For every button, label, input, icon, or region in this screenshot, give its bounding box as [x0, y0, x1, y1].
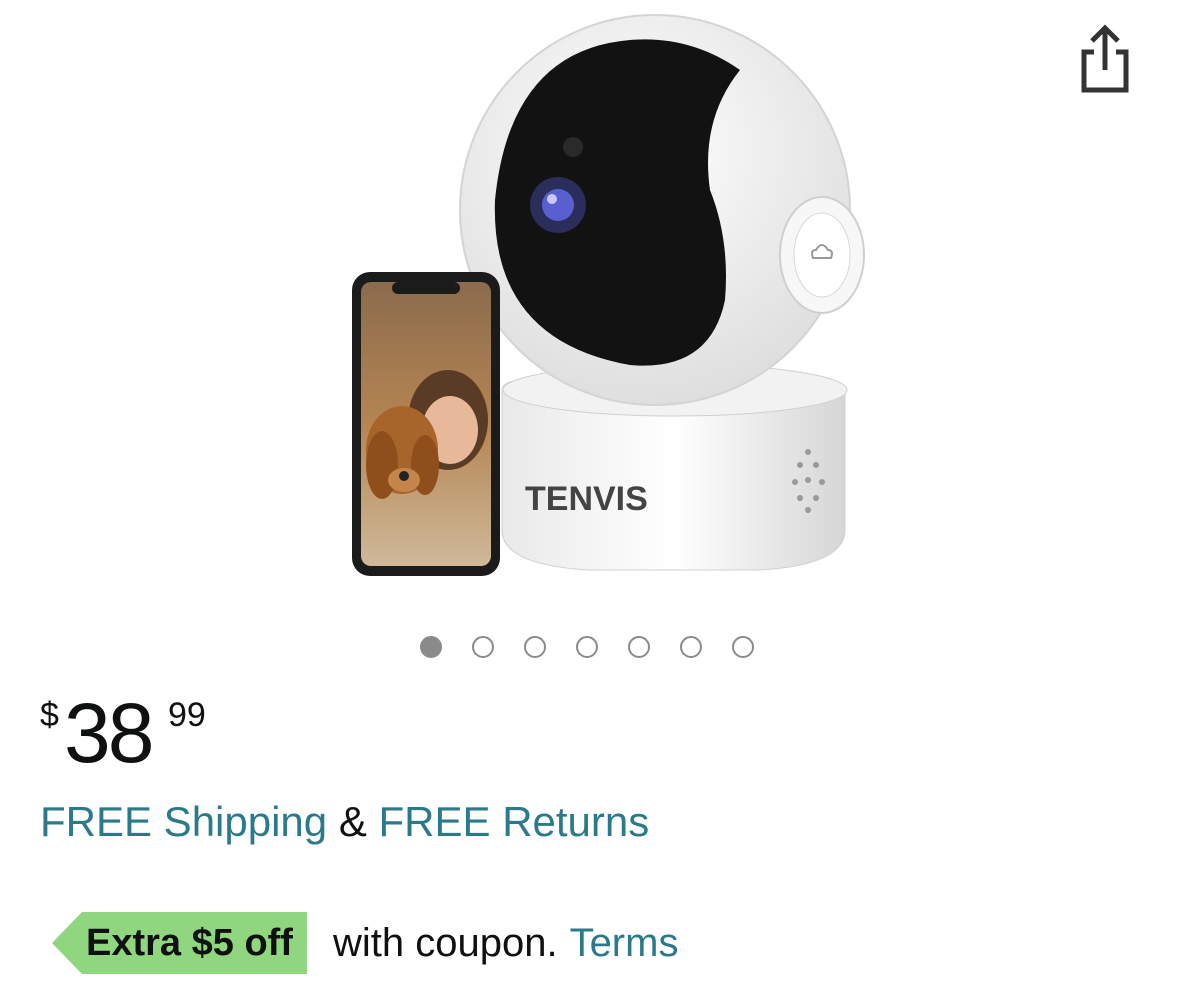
image-carousel-dots	[420, 636, 754, 662]
product-image[interactable]: TENVIS	[330, 10, 870, 600]
coupon-badge[interactable]: Extra $5 off	[52, 912, 307, 974]
coupon-badge-arrow	[52, 912, 82, 974]
device-brand-label: TENVIS	[525, 480, 648, 518]
carousel-dot-2[interactable]	[472, 636, 494, 658]
shipping-info: FREE Shipping & FREE Returns	[40, 798, 649, 846]
share-button[interactable]	[1070, 22, 1140, 96]
coupon-row: Extra $5 off with coupon. Terms	[52, 912, 678, 974]
price-currency-symbol: $	[40, 696, 59, 734]
carousel-dot-7[interactable]	[732, 636, 754, 658]
camera-product-photo: TENVIS	[352, 14, 865, 576]
carousel-dot-5[interactable]	[628, 636, 650, 658]
carousel-dot-1[interactable]	[420, 636, 442, 658]
free-returns-link[interactable]: FREE Returns	[379, 798, 650, 845]
coupon-text: with coupon.	[332, 920, 558, 965]
coupon-badge-text: Extra $5 off	[82, 912, 307, 974]
price-whole: 38	[64, 686, 154, 780]
coupon-terms-link[interactable]: Terms	[570, 921, 679, 966]
carousel-dot-4[interactable]	[576, 636, 598, 658]
carousel-dot-3[interactable]	[524, 636, 546, 658]
share-icon	[1081, 24, 1129, 93]
ampersand: &	[338, 798, 367, 845]
free-shipping-link[interactable]: FREE Shipping	[40, 798, 327, 845]
price-fraction: 99	[168, 696, 206, 734]
carousel-dot-6[interactable]	[680, 636, 702, 658]
